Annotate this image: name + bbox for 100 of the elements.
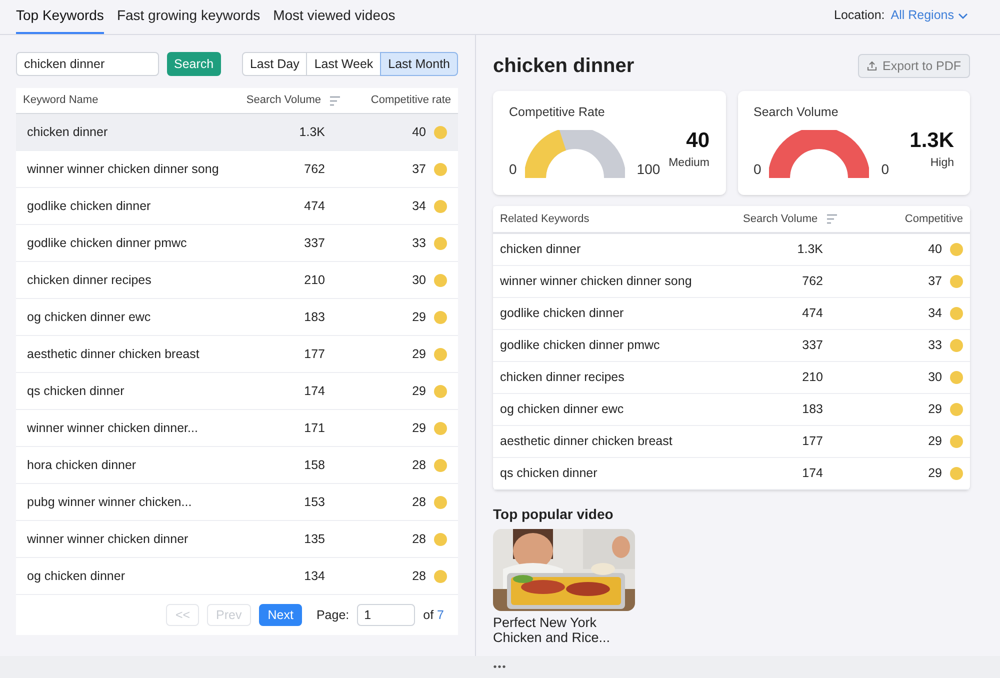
table-cell-text: chicken dinner	[27, 124, 109, 141]
table-cell-text: 33	[412, 234, 426, 252]
table-cell-text: 134	[303, 568, 325, 585]
table-cell-text: 762	[801, 273, 823, 290]
table-cell-text: winner winner chicken dinner song	[27, 160, 220, 178]
table-cell-text: qs chicken dinner	[500, 465, 598, 482]
table-cell-text: winner winner chicken dinner...	[27, 420, 199, 437]
table-cell-text: hora chicken dinner	[27, 456, 138, 474]
table-cell-text: godlike chicken dinner pmwc	[500, 337, 661, 354]
table-cell-text: 171	[303, 420, 325, 437]
table-cell-text: 174	[801, 465, 823, 482]
location-dropdown[interactable]: All Regions	[890, 6, 968, 25]
table-cell-text: 210	[303, 272, 325, 289]
table-cell-text: 337	[303, 234, 325, 252]
tab[interactable]: Fast growing keywords	[116, 5, 260, 34]
table-cell-text: aesthetic dinner chicken breast	[27, 346, 200, 363]
table-cell-text: 29	[928, 433, 942, 450]
table-cell-text: 28	[412, 494, 426, 511]
tab[interactable]: Top Keywords	[16, 5, 104, 34]
table-cell-text: winner winner chicken dinner song	[500, 273, 693, 290]
table-cell-text: 210	[801, 369, 823, 386]
tab[interactable]: Most viewed videos	[273, 5, 396, 34]
chevron-down-icon	[958, 12, 968, 19]
video-title[interactable]: Perfect New York Chicken and Rice...	[493, 615, 635, 645]
table-cell-text: 174	[303, 382, 325, 400]
table-cell-text: 135	[303, 530, 325, 548]
table-cell-text: godlike chicken dinner	[500, 305, 625, 322]
page-field[interactable]: 1	[357, 604, 416, 626]
table-cell-text: aesthetic dinner chicken breast	[500, 433, 674, 450]
table-cell-text: 33	[928, 337, 942, 354]
gauge-max: 100	[636, 160, 660, 179]
table-cell-text: pubg winner winner chicken...	[27, 494, 193, 511]
table-cell-text: 474	[801, 305, 823, 322]
table-cell-text: 34	[928, 305, 942, 322]
table-cell-text: og chicken dinner	[27, 568, 126, 585]
table-cell-text: godlike chicken dinner	[27, 198, 152, 215]
search-field[interactable]: chicken dinner	[16, 52, 159, 76]
table-cell-text: chicken dinner recipes	[500, 369, 626, 386]
table-cell-text: 34	[412, 198, 426, 215]
table-cell-text: 337	[801, 337, 823, 354]
table-cell-text: 30	[412, 272, 426, 289]
drag-handle[interactable]: •••	[493, 660, 507, 674]
table-row[interactable]: chicken dinner 1.3K 40	[16, 114, 458, 151]
table-cell-text: chicken dinner	[500, 241, 582, 258]
section-heading: Top popular video	[493, 505, 614, 524]
gauge-max: 0	[881, 160, 890, 179]
gauge-value: 1.3K	[910, 130, 954, 151]
table-cell-text: winner winner chicken dinner	[27, 530, 190, 548]
period-button[interactable]: Last Month	[380, 52, 458, 76]
card-title: Competitive Rate	[509, 104, 606, 121]
page-label: Page:	[316, 606, 350, 624]
gauge-min: 0	[754, 160, 762, 179]
table-cell-text: chicken dinner recipes	[27, 272, 152, 289]
table-cell-text: 37	[928, 273, 942, 290]
gauge-min: 0	[509, 160, 517, 179]
table-cell-text: 177	[303, 346, 325, 363]
gauge-rating: High	[930, 156, 954, 171]
table-cell-text: 762	[303, 160, 325, 178]
card-title: Search Volume	[754, 104, 840, 121]
table-cell-text: 177	[801, 433, 823, 450]
sort-icon[interactable]	[329, 96, 341, 106]
table-cell-text: 1.3K	[796, 241, 823, 258]
column-header: Related Keywords	[500, 212, 590, 227]
table-cell-text: 28	[412, 530, 426, 548]
location-label: Location:	[834, 7, 885, 24]
table-cell-text: 29	[928, 465, 942, 482]
page-total: of 7	[423, 606, 444, 624]
table-cell-text: godlike chicken dinner pmwc	[27, 234, 188, 252]
table-cell-text: 28	[412, 568, 426, 585]
gauge-value: 40	[686, 130, 710, 151]
table-cell-text: 474	[303, 198, 325, 215]
table-cell-text: 29	[412, 346, 426, 363]
table-cell-text: 28	[412, 456, 426, 474]
table-cell-text: 153	[303, 494, 325, 511]
column-header: Competitive	[904, 212, 963, 227]
table-cell-text: 183	[801, 401, 823, 418]
table-cell-text: 158	[303, 456, 325, 474]
table-cell-text: 30	[928, 369, 942, 386]
table-cell-text: og chicken dinner ewc	[27, 308, 152, 326]
table-cell-text: 29	[928, 401, 942, 418]
table-cell-text: qs chicken dinner	[27, 382, 126, 400]
table-cell-text: 40	[928, 241, 942, 258]
column-header: Keyword Name	[23, 93, 100, 108]
table-cell-text: og chicken dinner ewc	[500, 401, 625, 418]
table-cell-text: 29	[412, 420, 426, 437]
keyword-title: chicken dinner	[493, 54, 634, 79]
table-cell-text: 1.3K	[298, 124, 325, 141]
export-button[interactable]: Export to PDF	[858, 54, 970, 78]
column-header: Search Volume	[743, 212, 818, 227]
column-header: Search Volume	[246, 93, 321, 108]
table-cell-text: 40	[412, 124, 426, 141]
sort-icon[interactable]	[826, 214, 838, 224]
period-button[interactable]: Last Week	[306, 52, 382, 76]
table-cell-text: 29	[412, 382, 426, 400]
upload-icon	[866, 61, 876, 71]
period-button[interactable]: Last Day	[242, 52, 308, 76]
next-button[interactable]: Next	[258, 604, 302, 626]
table-cell-text: 29	[412, 308, 426, 326]
gauge-rating: Medium	[668, 156, 710, 171]
table-cell-text: 183	[303, 308, 325, 326]
